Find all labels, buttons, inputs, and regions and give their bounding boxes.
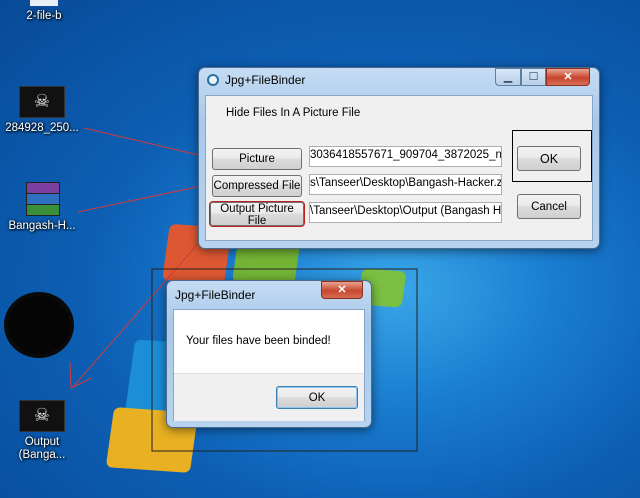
minimize-button[interactable]: ▁ xyxy=(495,68,521,86)
message-ok-button[interactable]: OK xyxy=(276,386,358,409)
message-close-button[interactable]: ✕ xyxy=(321,281,363,299)
window-title: Jpg+FileBinder xyxy=(225,73,306,87)
cancel-button[interactable]: Cancel xyxy=(517,194,581,219)
annotation-line-compressed xyxy=(77,183,212,213)
message-box-title: Jpg+FileBinder xyxy=(175,288,256,302)
message-box-client: Your files have been binded! OK xyxy=(173,309,365,421)
annotation-line-picture xyxy=(83,127,212,159)
message-text: Your files have been binded! xyxy=(186,335,331,347)
ok-button[interactable]: OK xyxy=(517,146,581,171)
picture-button[interactable]: Picture xyxy=(212,148,302,170)
window-heading: Hide Files In A Picture File xyxy=(226,107,361,119)
main-window: Jpg+FileBinder ▁ ☐ ✕ Hide Files In A Pic… xyxy=(198,67,600,249)
message-box: Jpg+FileBinder ✕ Your files have been bi… xyxy=(166,280,372,428)
compressed-path-field[interactable]: s\Tanseer\Desktop\Bangash-Hacker.zip xyxy=(309,174,502,195)
output-path-field[interactable]: \Tanseer\Desktop\Output (Bangash Hacker) xyxy=(309,202,502,223)
compressed-file-button[interactable]: Compressed File xyxy=(212,175,302,197)
annotation-arrowhead xyxy=(69,361,93,389)
maximize-button[interactable]: ☐ xyxy=(521,68,546,86)
close-button[interactable]: ✕ xyxy=(546,68,590,86)
main-window-client: Hide Files In A Picture File Picture Com… xyxy=(205,95,593,241)
picture-path-field[interactable]: 3036418557671_909704_3872025_n.jpg xyxy=(309,146,502,167)
output-picture-file-button[interactable]: Output Picture File xyxy=(209,201,305,227)
app-icon xyxy=(207,74,219,86)
